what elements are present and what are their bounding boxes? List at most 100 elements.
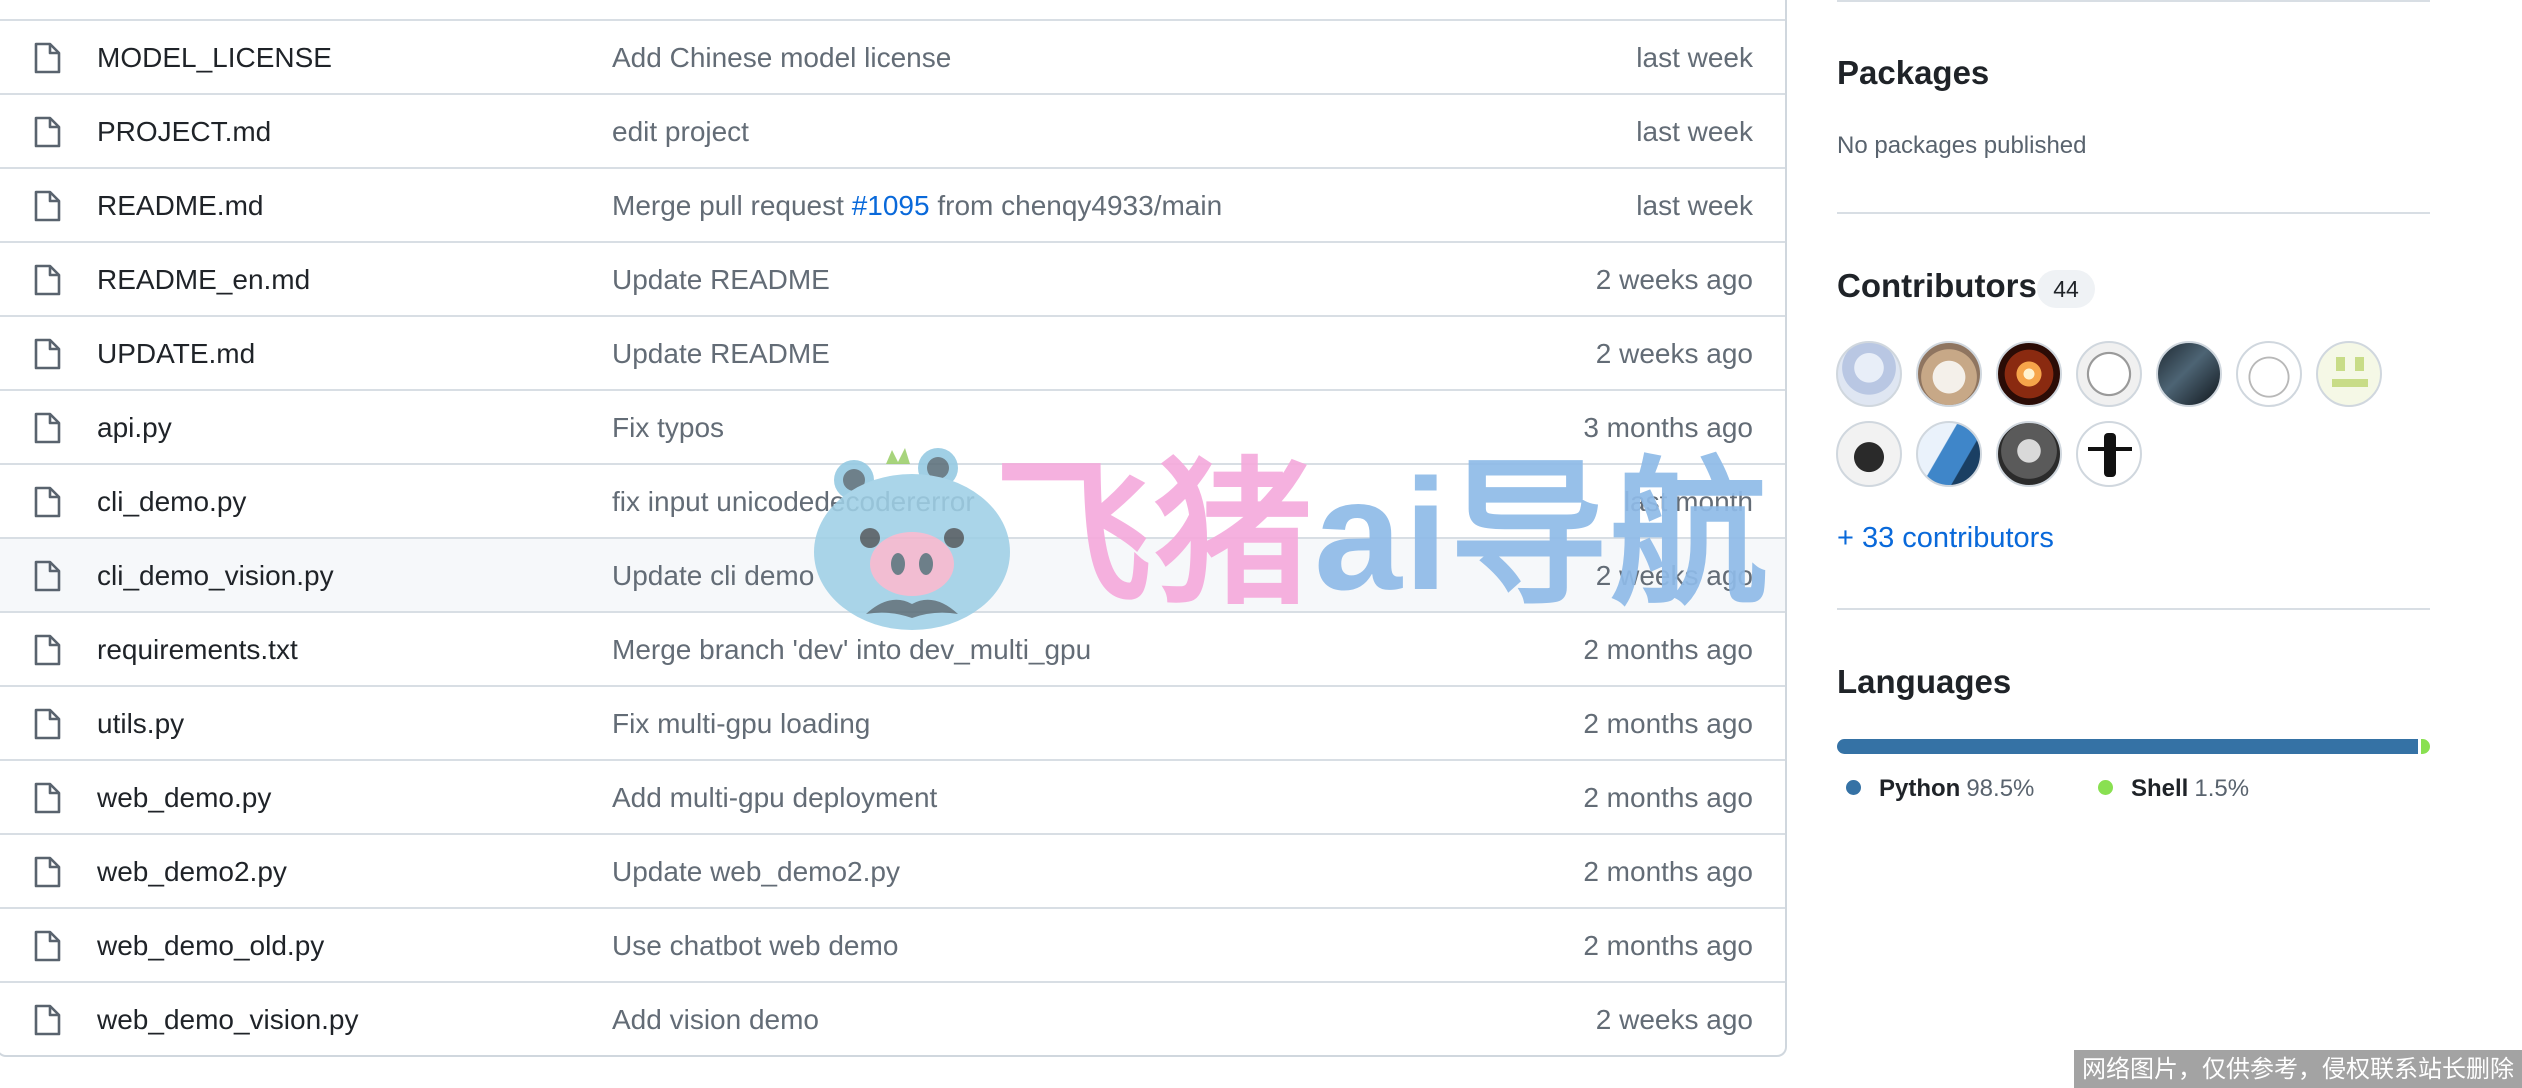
file-row[interactable]: web_demo_old.py Use chatbot web demo 2 mon… — [0, 907, 1785, 981]
language-bar-segment — [1837, 739, 2419, 754]
contributor-avatar-9[interactable] — [1916, 421, 1982, 487]
language-name: Python — [1879, 775, 1961, 802]
language-dot — [2098, 780, 2113, 795]
file-row[interactable]: MODEL_LICENSE Add Chinese model license la… — [0, 19, 1785, 93]
commit-age[interactable]: 2 weeks ago — [1596, 983, 1753, 1057]
commit-message-text: Merge pull request — [612, 190, 852, 221]
file-row[interactable]: utils.py Fix multi-gpu loading 2 months ag… — [0, 685, 1785, 759]
language-percent: 98.5% — [1966, 775, 2035, 802]
language-python[interactable]: Python 98.5% — [1846, 775, 2034, 803]
file-row[interactable]: UPDATE.md Update README 2 weeks ago — [0, 315, 1785, 389]
brand-watermark: 飞猪ai导航 — [812, 442, 1768, 632]
file-row[interactable]: PROJECT.md edit project last week — [0, 93, 1785, 167]
file-name-link[interactable]: web_demo_old.py — [97, 909, 324, 983]
contributors-heading[interactable]: Contributors — [1837, 267, 2037, 305]
file-icon — [33, 1004, 61, 1036]
file-name-link[interactable]: utils.py — [97, 687, 184, 761]
file-name-link[interactable]: cli_demo_vision.py — [97, 539, 334, 613]
file-row[interactable]: web_demo2.py Update web_demo2.py 2 months … — [0, 833, 1785, 907]
file-name-link[interactable]: README.md — [97, 169, 263, 243]
file-name-link[interactable]: MODEL_LICENSE — [97, 21, 332, 95]
sidebar-divider — [1837, 0, 2430, 2]
file-row[interactable]: README_en.md Update README 2 weeks ago — [0, 241, 1785, 315]
contributor-avatar-5[interactable] — [2156, 341, 2222, 407]
more-contributors-link[interactable]: + 33 contributors — [1837, 522, 2054, 555]
contributor-avatar-8[interactable] — [1836, 421, 1902, 487]
file-name-link[interactable]: api.py — [97, 391, 172, 465]
commit-message-link[interactable]: Update README — [612, 317, 830, 391]
commit-message-text: from chenqy4933/main — [929, 190, 1223, 221]
contributor-avatar-2[interactable] — [1916, 341, 1982, 407]
file-icon — [33, 930, 61, 962]
commit-message-link[interactable]: Update README — [612, 243, 830, 317]
commit-message-link[interactable]: Fix typos — [612, 391, 724, 465]
brand-text: 飞猪ai导航 — [994, 450, 1770, 620]
file-icon — [33, 338, 61, 370]
file-icon — [33, 560, 61, 592]
commit-age[interactable]: last week — [1636, 21, 1753, 95]
commit-message-link[interactable]: Update cli demo — [612, 539, 814, 613]
file-name-link[interactable]: PROJECT.md — [97, 95, 271, 169]
contributor-avatar-10[interactable] — [1996, 421, 2062, 487]
file-icon — [33, 116, 61, 148]
commit-age[interactable]: 2 months ago — [1583, 835, 1753, 909]
file-name-link[interactable]: requirements.txt — [97, 613, 298, 687]
language-bar — [1837, 739, 2430, 754]
file-icon — [33, 486, 61, 518]
file-row[interactable]: web_demo_vision.py Add vision demo 2 weeks… — [0, 981, 1785, 1055]
commit-message-link[interactable]: edit project — [612, 95, 749, 169]
commit-age[interactable]: 2 months ago — [1583, 687, 1753, 761]
sidebar-divider — [1837, 212, 2430, 214]
brand-text-part2: ai导航 — [1314, 447, 1770, 623]
language-percent: 1.5% — [2194, 775, 2250, 802]
file-icon — [33, 708, 61, 740]
file-name-link[interactable]: README_en.md — [97, 243, 310, 317]
file-name-link[interactable]: web_demo.py — [97, 761, 271, 835]
file-icon — [33, 412, 61, 444]
brand-text-part1: 飞猪 — [994, 447, 1314, 623]
file-icon — [33, 42, 61, 74]
contributor-avatar-7[interactable] — [2316, 341, 2382, 407]
languages-heading: Languages — [1837, 663, 2012, 700]
commit-message-link[interactable]: Use chatbot web demo — [612, 909, 898, 983]
commit-message-link[interactable]: Add Chinese model license — [612, 21, 951, 95]
contributor-avatar-11[interactable] — [2076, 421, 2142, 487]
commit-age[interactable]: 2 weeks ago — [1596, 317, 1753, 391]
contributor-avatar-3[interactable] — [1996, 341, 2062, 407]
pull-request-link[interactable]: #1095 — [852, 190, 930, 221]
sidebar-divider — [1837, 608, 2430, 610]
file-row[interactable]: web_demo.py Add multi-gpu deployment 2 mon… — [0, 759, 1785, 833]
file-icon — [33, 264, 61, 296]
packages-empty-text: No packages published — [1837, 132, 2087, 159]
file-row[interactable]: README.md Merge pull request #1095 from c… — [0, 167, 1785, 241]
language-name: Shell — [2131, 775, 2189, 802]
file-name-link[interactable]: web_demo_vision.py — [97, 983, 359, 1057]
commit-message-link[interactable]: Merge pull request #1095 from chenqy4933… — [612, 169, 1222, 243]
file-icon — [33, 190, 61, 222]
language-shell[interactable]: Shell 1.5% — [2098, 775, 2249, 803]
commit-message-link[interactable]: Add multi-gpu deployment — [612, 761, 937, 835]
file-icon — [33, 634, 61, 666]
commit-message-link[interactable]: Update web_demo2.py — [612, 835, 900, 909]
commit-message-link[interactable]: Fix multi-gpu loading — [612, 687, 870, 761]
contributor-avatar-4[interactable] — [2076, 341, 2142, 407]
commit-age[interactable]: 2 weeks ago — [1596, 243, 1753, 317]
pig-logo-icon — [814, 448, 1010, 630]
copyright-watermark: 网络图片，仅供参考，侵权联系站长删除 — [2074, 1050, 2522, 1088]
language-bar-segment — [2421, 739, 2430, 754]
file-name-link[interactable]: web_demo2.py — [97, 835, 287, 909]
contributor-avatar-1[interactable] — [1836, 341, 1902, 407]
commit-age[interactable]: 2 months ago — [1583, 909, 1753, 983]
commit-age[interactable]: last week — [1636, 95, 1753, 169]
file-name-link[interactable]: cli_demo.py — [97, 465, 246, 539]
packages-heading[interactable]: Packages — [1837, 54, 1989, 92]
commit-age[interactable]: 2 months ago — [1583, 761, 1753, 835]
commit-age[interactable]: last week — [1636, 169, 1753, 243]
language-dot — [1846, 780, 1861, 795]
contributor-avatar-6[interactable] — [2236, 341, 2302, 407]
file-icon — [33, 856, 61, 888]
file-icon — [33, 782, 61, 814]
file-name-link[interactable]: UPDATE.md — [97, 317, 255, 391]
contributors-count-badge: 44 — [2037, 270, 2095, 308]
commit-message-link[interactable]: Add vision demo — [612, 983, 819, 1057]
